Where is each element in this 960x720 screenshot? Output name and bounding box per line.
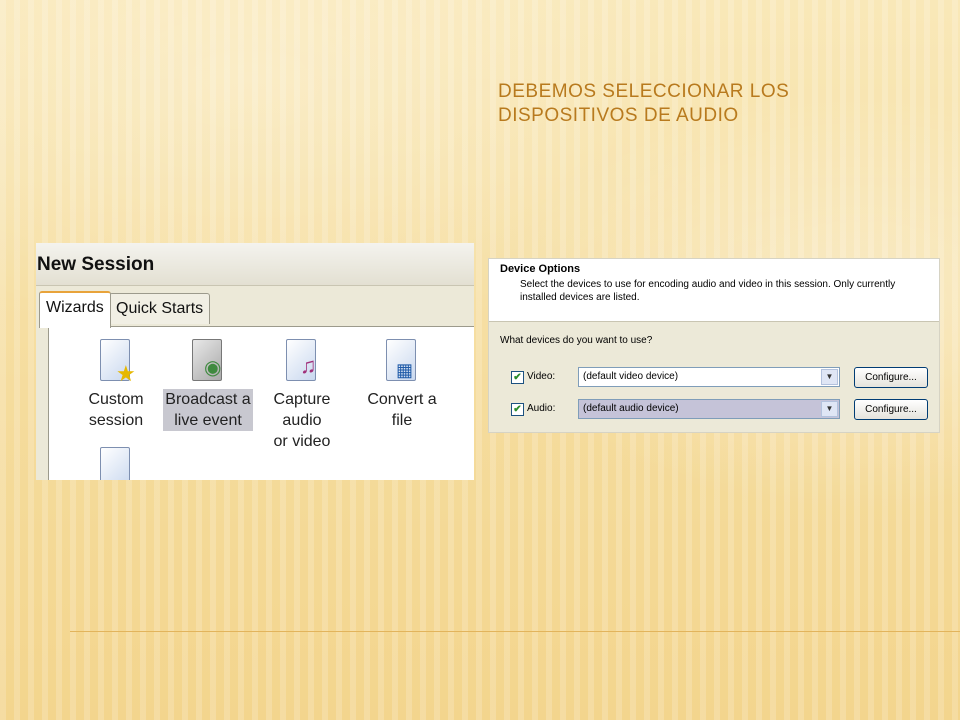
wizard-item-partial[interactable] [71, 447, 161, 480]
wizard-broadcast-live-event[interactable]: ◉ Broadcast a live event [163, 339, 253, 431]
video-device-row: ✔ Video: (default video device) ▼ Config… [511, 367, 931, 388]
wizard-label: session [88, 412, 144, 429]
chevron-down-icon[interactable]: ▼ [821, 369, 838, 385]
video-device-select[interactable]: (default video device) ▼ [578, 367, 840, 387]
wizard-label: Custom [88, 391, 144, 408]
audio-device-row: ✔ Audio: (default audio device) ▼ Config… [511, 399, 931, 420]
wizard-custom-session[interactable]: ★ Custom session [71, 339, 161, 431]
audio-checkbox[interactable]: ✔ [511, 403, 524, 416]
convert-icon: ▦ [382, 339, 422, 387]
device-options-panel: Device Options Select the devices to use… [488, 258, 940, 433]
video-label: Video: [527, 371, 556, 382]
wizard-label: live event [163, 410, 253, 431]
audio-configure-button[interactable]: Configure... [854, 399, 928, 420]
video-checkbox[interactable]: ✔ [511, 371, 524, 384]
audio-device-select[interactable]: (default audio device) ▼ [578, 399, 840, 419]
window-titlebar: New Session [36, 243, 474, 286]
document-star-icon: ★ [96, 339, 136, 387]
tab-bar: Wizards Quick Starts [36, 291, 474, 328]
audio-device-value: (default audio device) [583, 403, 679, 414]
wizard-label: Broadcast a [163, 389, 253, 410]
wizard-capture-audio-video[interactable]: ♫ Capture audio or video [257, 339, 347, 452]
capture-icon: ♫ [282, 339, 322, 387]
window-title: New Session [37, 254, 155, 275]
wizard-convert-file[interactable]: ▦ Convert a file [357, 339, 447, 431]
device-options-header: Device Options Select the devices to use… [489, 259, 939, 322]
device-options-heading: Device Options [500, 263, 581, 275]
wizards-panel: ★ Custom session ◉ Broadcast a live even… [48, 326, 474, 480]
audio-label: Audio: [527, 403, 556, 414]
slide-title: DEBEMOS SELECCIONAR LOS DISPOSITIVOS DE … [498, 81, 790, 126]
video-configure-button[interactable]: Configure... [854, 367, 928, 388]
video-device-value: (default video device) [583, 371, 679, 382]
document-icon [96, 447, 136, 480]
devices-question: What devices do you want to use? [500, 335, 653, 346]
wizard-label: or video [273, 433, 331, 450]
tab-quick-starts[interactable]: Quick Starts [109, 293, 211, 324]
broadcast-icon: ◉ [188, 339, 228, 387]
tab-wizards[interactable]: Wizards [39, 291, 111, 328]
chevron-down-icon[interactable]: ▼ [821, 401, 838, 417]
footer-divider [70, 631, 960, 632]
wizard-label: Convert a file [367, 391, 437, 429]
new-session-window: New Session Wizards Quick Starts ★ Custo… [36, 243, 474, 480]
device-options-description: Select the devices to use for encoding a… [520, 279, 896, 303]
wizard-label: Capture audio [273, 391, 331, 429]
